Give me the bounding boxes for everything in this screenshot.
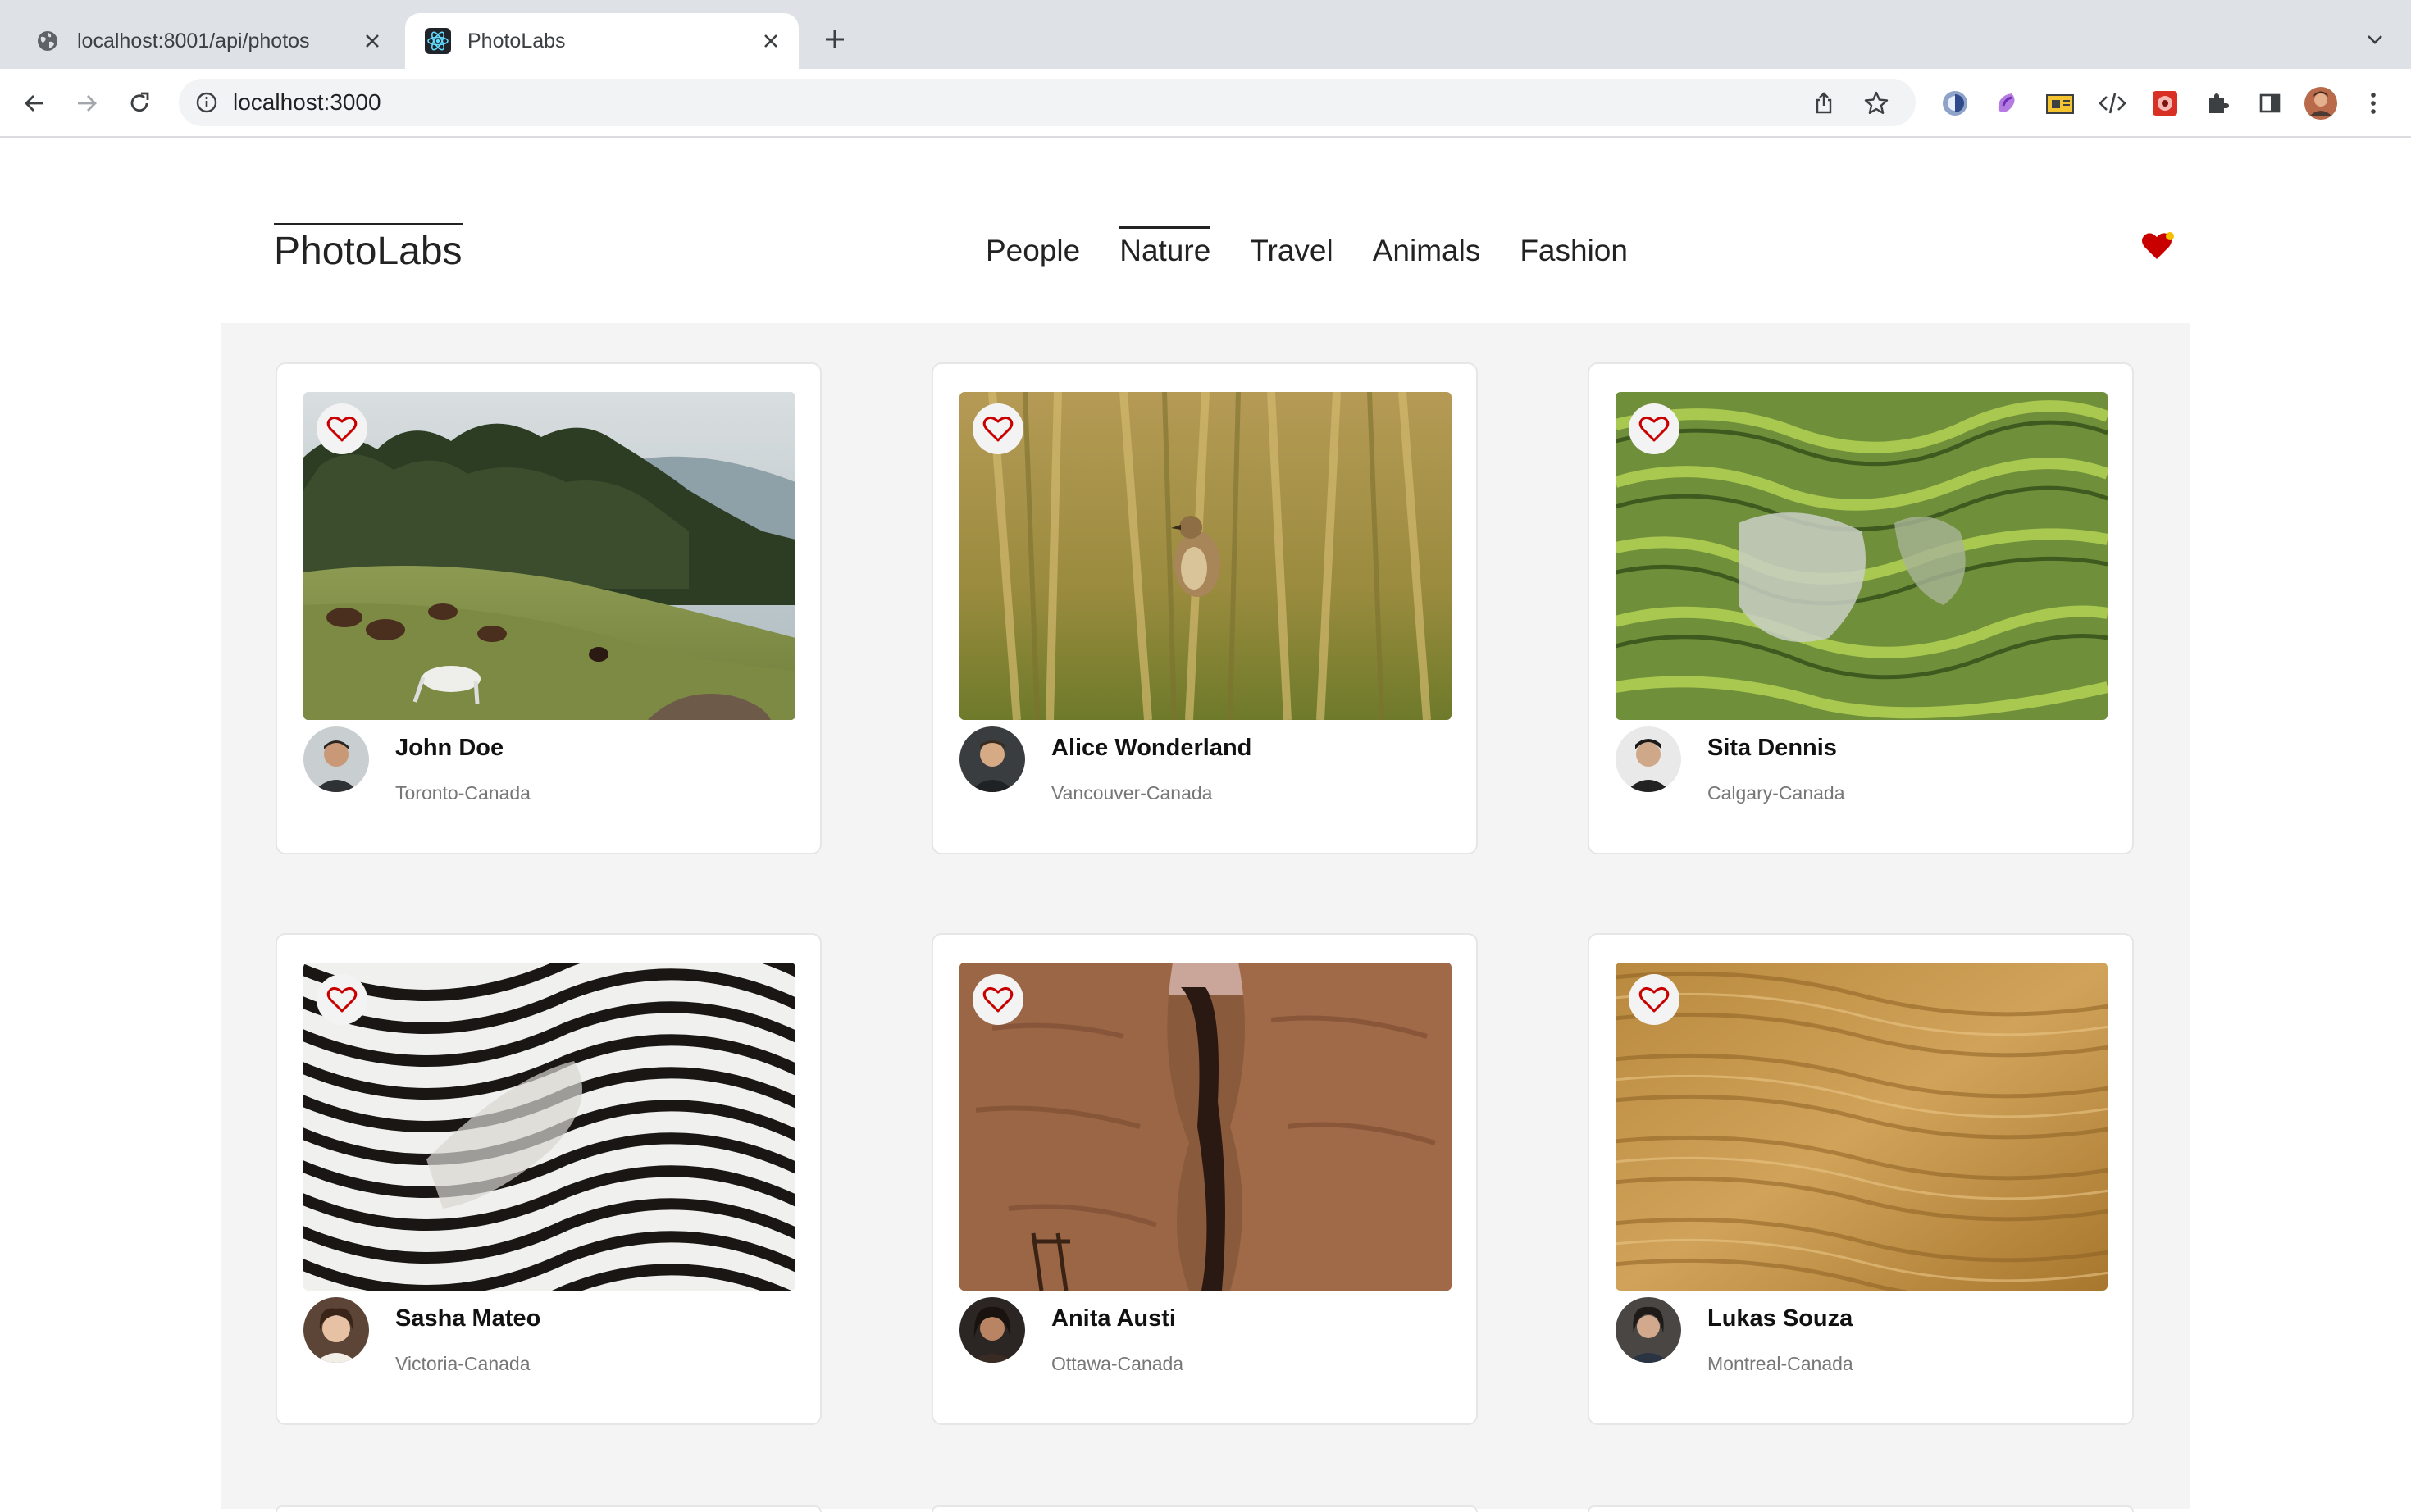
avatar bbox=[959, 1297, 1025, 1363]
avatar bbox=[959, 726, 1025, 792]
topic-people[interactable]: People bbox=[986, 226, 1080, 273]
photo-card-partial[interactable] bbox=[276, 1505, 822, 1512]
photo-rice-terraces[interactable] bbox=[1616, 392, 2108, 720]
photographer-location: Victoria-Canada bbox=[395, 1353, 531, 1374]
topic-travel[interactable]: Travel bbox=[1250, 226, 1333, 273]
menu-dots-icon[interactable] bbox=[2357, 87, 2390, 120]
avatar bbox=[303, 726, 369, 792]
photo-card[interactable]: John Doe Toronto-Canada bbox=[276, 362, 822, 854]
profile-avatar[interactable] bbox=[2304, 87, 2337, 120]
photo-card[interactable]: Alice Wonderland Vancouver-Canada bbox=[932, 362, 1478, 854]
photographer-name: Anita Austi bbox=[1051, 1305, 1176, 1332]
photographer-location: Ottawa-Canada bbox=[1051, 1353, 1184, 1374]
favorite-button[interactable] bbox=[973, 974, 1023, 1025]
tab-api-photos[interactable]: localhost:8001/api/photos bbox=[18, 13, 400, 69]
avatar bbox=[303, 1297, 369, 1363]
browser-toolbar: localhost:3000 bbox=[0, 69, 2411, 138]
forward-arrow-icon[interactable] bbox=[67, 84, 107, 123]
top-navigation-bar: PhotoLabs People Nature Travel Animals F… bbox=[221, 194, 2190, 323]
close-icon[interactable] bbox=[356, 25, 389, 57]
photographer-name: Sita Dennis bbox=[1707, 735, 1837, 761]
favorite-button[interactable] bbox=[1629, 403, 1679, 454]
code-icon[interactable] bbox=[2096, 87, 2129, 120]
heart-notification-icon[interactable] bbox=[2140, 228, 2176, 264]
photo-card[interactable]: Sita Dennis Calgary-Canada bbox=[1588, 362, 2134, 854]
photographer-name: Alice Wonderland bbox=[1051, 735, 1252, 761]
new-tab-button[interactable] bbox=[818, 23, 851, 56]
photographer-location: Toronto-Canada bbox=[395, 782, 531, 804]
topic-nature[interactable]: Nature bbox=[1119, 226, 1211, 273]
reload-icon[interactable] bbox=[120, 84, 159, 123]
url-text: localhost:3000 bbox=[233, 89, 381, 115]
photographer-location: Montreal-Canada bbox=[1707, 1353, 1853, 1374]
address-bar[interactable]: localhost:3000 bbox=[179, 79, 1916, 126]
photo-horses-grazing-hillside[interactable] bbox=[303, 392, 795, 720]
extension-1-icon[interactable] bbox=[1939, 87, 1971, 120]
photo-rock-canyon[interactable] bbox=[959, 963, 1452, 1291]
back-arrow-icon[interactable] bbox=[15, 84, 54, 123]
info-icon[interactable] bbox=[194, 89, 220, 116]
react-icon bbox=[425, 28, 451, 54]
photographer-location: Vancouver-Canada bbox=[1051, 782, 1213, 804]
globe-icon bbox=[34, 28, 61, 54]
photographer-name: Lukas Souza bbox=[1707, 1305, 1853, 1332]
extension-4-icon[interactable] bbox=[2149, 87, 2181, 120]
side-panel-icon[interactable] bbox=[2254, 87, 2286, 120]
photo-card[interactable]: Sasha Mateo Victoria-Canada bbox=[276, 933, 822, 1425]
topic-fashion[interactable]: Fashion bbox=[1520, 226, 1628, 273]
photo-card-partial[interactable] bbox=[1588, 1505, 2134, 1512]
photographer-name: John Doe bbox=[395, 735, 504, 761]
favorite-button[interactable] bbox=[1629, 974, 1679, 1025]
favorite-button[interactable] bbox=[317, 403, 367, 454]
extension-2-icon[interactable] bbox=[1991, 87, 2024, 120]
tab-title: localhost:8001/api/photos bbox=[77, 29, 310, 52]
favorite-button[interactable] bbox=[317, 974, 367, 1025]
photo-card[interactable]: Anita Austi Ottawa-Canada bbox=[932, 933, 1478, 1425]
photo-card[interactable]: Lukas Souza Montreal-Canada bbox=[1588, 933, 2134, 1425]
topic-list: People Nature Travel Animals Fashion bbox=[986, 226, 1667, 273]
photographer-location: Calgary-Canada bbox=[1707, 782, 1845, 804]
chevron-down-icon[interactable] bbox=[2359, 23, 2391, 56]
photolabs-app: PhotoLabs People Nature Travel Animals F… bbox=[221, 194, 2190, 1512]
avatar bbox=[1616, 726, 1681, 792]
bookmark-star-icon[interactable] bbox=[1862, 89, 1891, 118]
logo[interactable]: PhotoLabs bbox=[274, 223, 463, 276]
topic-animals[interactable]: Animals bbox=[1373, 226, 1481, 273]
favorite-button[interactable] bbox=[973, 403, 1023, 454]
share-icon[interactable] bbox=[1809, 89, 1839, 118]
browser-tab-strip: localhost:8001/api/photos PhotoLabs bbox=[0, 0, 2411, 69]
avatar bbox=[1616, 1297, 1681, 1363]
tab-title: PhotoLabs bbox=[467, 29, 566, 52]
photo-card-partial[interactable] bbox=[932, 1505, 1478, 1512]
photo-sand-dunes[interactable] bbox=[1616, 963, 2108, 1291]
tab-photolabs[interactable]: PhotoLabs bbox=[405, 13, 799, 69]
close-icon[interactable] bbox=[754, 25, 787, 57]
photo-bird-in-reeds[interactable] bbox=[959, 392, 1452, 720]
extension-3-icon[interactable] bbox=[2044, 87, 2076, 120]
photo-zebra-stripes[interactable] bbox=[303, 963, 795, 1291]
photographer-name: Sasha Mateo bbox=[395, 1305, 541, 1332]
puzzle-icon[interactable] bbox=[2201, 87, 2234, 120]
